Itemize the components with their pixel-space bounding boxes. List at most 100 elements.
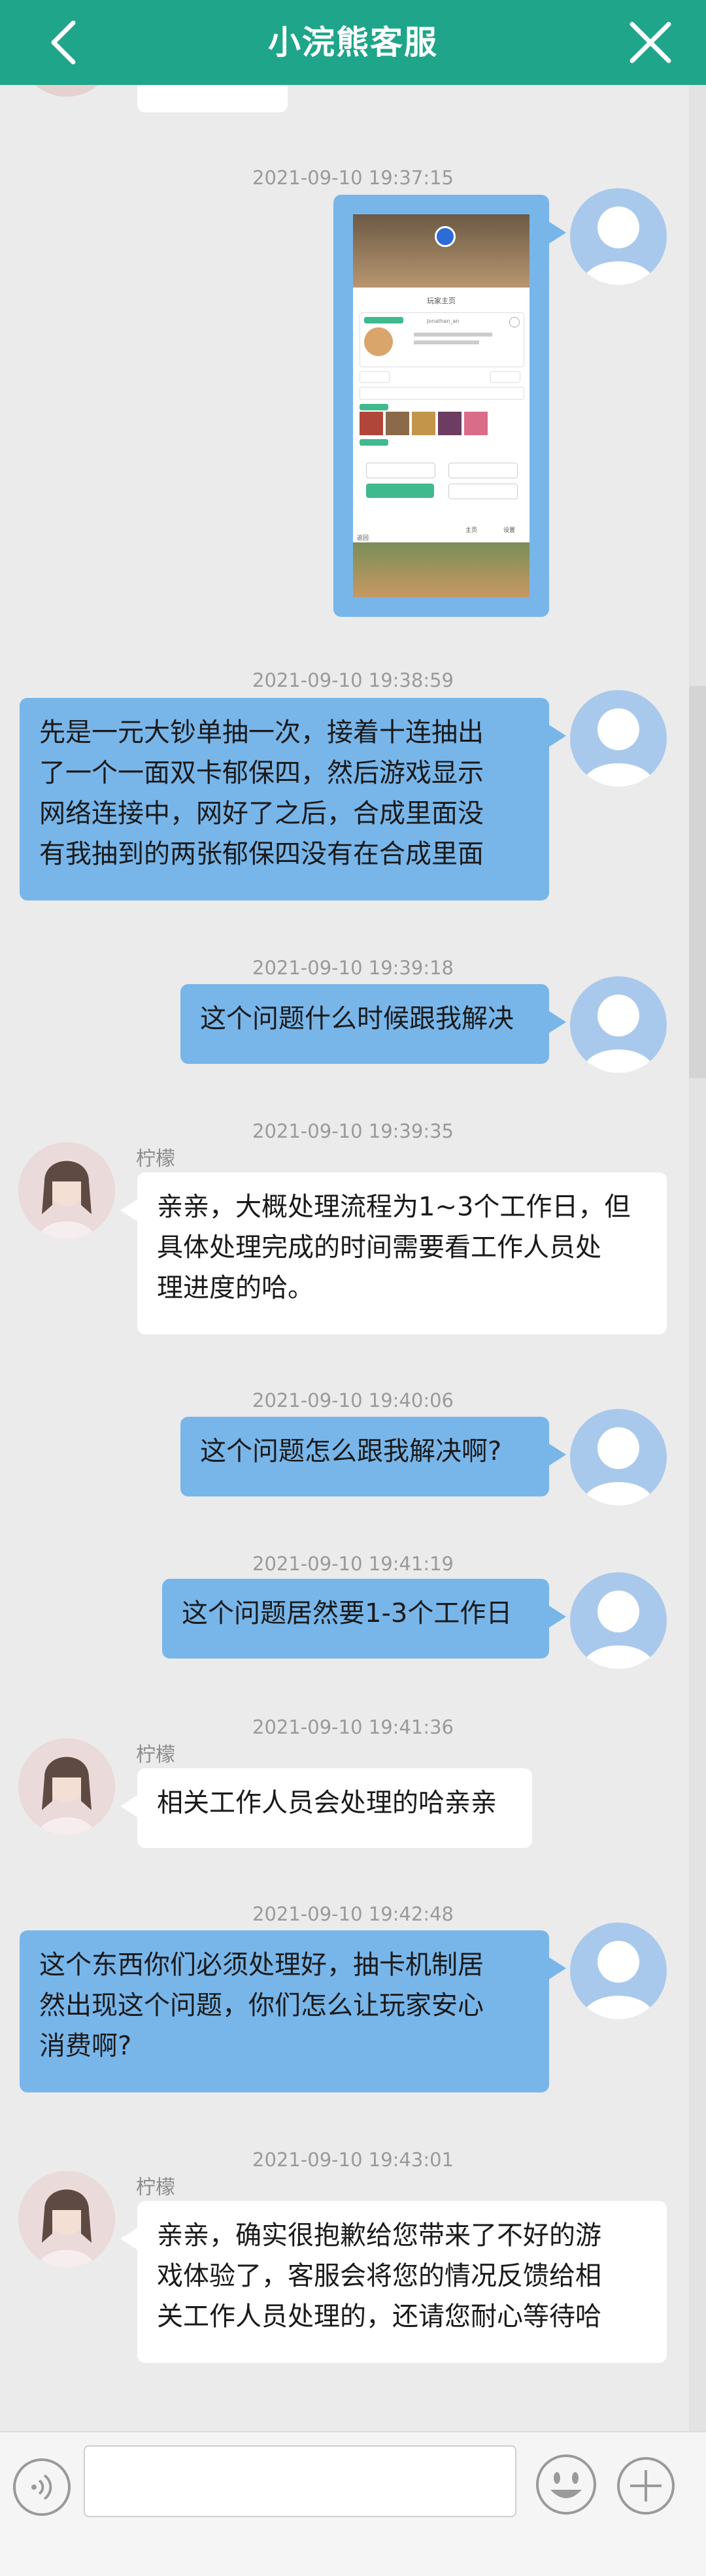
agent-avatar[interactable] bbox=[18, 1142, 115, 1239]
message-timestamp: 2021-09-10 19:40:06 bbox=[252, 1389, 454, 1412]
message-input[interactable] bbox=[84, 2445, 516, 2517]
user-avatar[interactable] bbox=[570, 1572, 667, 1669]
user-avatar[interactable] bbox=[570, 976, 667, 1073]
user-silhouette-icon bbox=[582, 995, 655, 1073]
thumb-button bbox=[360, 371, 390, 383]
agent-avatar[interactable] bbox=[18, 2171, 115, 2268]
agent-message-bubble[interactable]: 亲亲，确实很抱歉给您带来了不好的游 戏体验了，客服会将您的情况反馈给相 关工作人… bbox=[120, 2201, 667, 2363]
message-timestamp: 2021-09-10 19:41:36 bbox=[252, 1716, 454, 1738]
thumb-card bbox=[464, 412, 488, 435]
user-silhouette-icon bbox=[582, 1941, 655, 2019]
thumb-bio-line bbox=[414, 333, 492, 337]
thumb-card bbox=[438, 412, 462, 435]
user-message-bubble[interactable]: 先是一元大钞单抽一次，接着十连抽出 了一个一面双卡郁保四，然后游戏显示 网络连接… bbox=[20, 698, 566, 900]
emoji-icon bbox=[536, 2454, 596, 2515]
thumb-action-button bbox=[448, 484, 518, 499]
message-line: 网络连接中，网好了之后，合成里面没 bbox=[39, 799, 484, 829]
input-bar bbox=[0, 2431, 706, 2576]
close-button[interactable] bbox=[624, 16, 677, 69]
screenshot-thumbnail[interactable]: 玩家主页 Jonathan_an 返回 主页 设置 bbox=[353, 214, 530, 597]
thumb-info-row bbox=[360, 387, 524, 400]
agent-name: 柠檬 bbox=[136, 2176, 175, 2199]
thumb-tab-home: 主页 bbox=[465, 527, 478, 534]
thumb-action-button bbox=[448, 463, 518, 478]
message-line: 具体处理完成的时间需要看工作人员处 bbox=[157, 1232, 601, 1263]
thumb-player-id: Jonathan_an bbox=[427, 318, 460, 324]
thumb-stat-row bbox=[360, 371, 523, 383]
thumb-tab-settings: 设置 bbox=[503, 527, 516, 534]
user-message-bubble[interactable]: 这个问题怎么跟我解决啊? bbox=[180, 1417, 566, 1496]
partial-message-bubble bbox=[137, 85, 288, 112]
more-button[interactable] bbox=[617, 2457, 675, 2515]
user-message-bubble[interactable]: 这个问题什么时候跟我解决 bbox=[180, 984, 566, 1064]
agent-name: 柠檬 bbox=[136, 1148, 175, 1170]
message-line: 然出现这个问题，你们怎么让玩家安心 bbox=[39, 1990, 484, 2021]
page-title: 小浣熊客服 bbox=[268, 24, 438, 61]
thumb-level-tag bbox=[364, 317, 403, 323]
agent-name: 柠檬 bbox=[136, 1743, 175, 1766]
message-line: 先是一元大钞单抽一次，接着十连抽出 bbox=[39, 718, 484, 748]
message-timestamp: 2021-09-10 19:39:35 bbox=[252, 1120, 454, 1142]
thumb-card bbox=[360, 412, 383, 435]
message-timestamp: 2021-09-10 19:39:18 bbox=[252, 957, 454, 979]
thumb-avatar bbox=[435, 226, 456, 247]
thumb-section-tag bbox=[360, 404, 388, 410]
thumb-card bbox=[412, 412, 435, 435]
message-timestamp: 2021-09-10 19:41:19 bbox=[252, 1553, 454, 1575]
agent-avatar[interactable] bbox=[18, 1738, 115, 1835]
thumb-section-tag bbox=[360, 439, 388, 446]
thumb-back-label: 返回 bbox=[357, 535, 369, 542]
message-line: 戏体验了，客服会将您的情况反馈给相 bbox=[157, 2261, 601, 2291]
message-line: 关工作人员处理的，还请您耐心等待哈 bbox=[157, 2302, 601, 2332]
user-silhouette-icon bbox=[582, 1591, 655, 1669]
close-icon bbox=[630, 22, 671, 63]
user-avatar[interactable] bbox=[570, 1409, 667, 1506]
scrollbar-track bbox=[689, 85, 706, 2431]
thumb-action-button bbox=[366, 463, 435, 478]
message-line: 有我抽到的两张郁保四没有在合成里面 bbox=[39, 839, 484, 869]
thumb-button bbox=[490, 371, 520, 383]
agent-message-bubble[interactable]: 亲亲，大概处理流程为1~3个工作日，但 具体处理完成的时间需要看工作人员处 理进… bbox=[120, 1172, 667, 1334]
plus-icon bbox=[630, 2470, 662, 2502]
user-avatar[interactable] bbox=[570, 690, 667, 787]
user-avatar[interactable] bbox=[570, 1923, 667, 2019]
thumb-follow-button bbox=[366, 484, 434, 498]
thumb-game-banner bbox=[353, 214, 530, 288]
agent-photo-icon bbox=[18, 2171, 115, 2268]
user-silhouette-icon bbox=[582, 206, 655, 285]
voice-icon bbox=[31, 2474, 52, 2500]
agent-message-bubble[interactable]: 相关工作人员会处理的哈亲亲 bbox=[120, 1768, 532, 1848]
message-line: 这个问题居然要1-3个工作日 bbox=[182, 1598, 513, 1628]
message-timestamp: 2021-09-10 19:37:15 bbox=[252, 167, 454, 189]
thumb-game-footer bbox=[353, 542, 530, 597]
image-message-bubble[interactable]: 玩家主页 Jonathan_an 返回 主页 设置 bbox=[333, 195, 566, 617]
thumb-profile-avatar bbox=[364, 327, 393, 356]
thumb-card bbox=[386, 412, 409, 435]
agent-photo-icon bbox=[18, 1738, 115, 1835]
agent-photo-icon bbox=[18, 1142, 115, 1239]
message-line: 理进度的哈。 bbox=[157, 1273, 314, 1303]
message-line: 亲亲，大概处理流程为1~3个工作日，但 bbox=[157, 1192, 631, 1222]
message-line: 消费啊? bbox=[39, 2031, 132, 2061]
chat-header: 小浣熊客服 bbox=[0, 0, 706, 85]
scrollbar-thumb[interactable] bbox=[689, 686, 706, 1078]
user-avatar[interactable] bbox=[570, 188, 667, 285]
thumb-card-row bbox=[360, 412, 490, 435]
emoji-button[interactable] bbox=[533, 2452, 599, 2517]
message-line: 了一个一面双卡郁保四，然后游戏显示 bbox=[39, 758, 484, 788]
thumb-bio-line bbox=[414, 340, 479, 344]
thumb-title: 玩家主页 bbox=[427, 297, 456, 305]
image-bubble-tail bbox=[548, 221, 566, 244]
message-line: 相关工作人员会处理的哈亲亲 bbox=[157, 1788, 497, 1818]
user-message-bubble[interactable]: 这个问题居然要1-3个工作日 bbox=[162, 1579, 566, 1659]
thumb-profile-card: Jonathan_an bbox=[360, 312, 524, 367]
message-timestamp: 2021-09-10 19:42:48 bbox=[252, 1903, 454, 1925]
message-timestamp: 2021-09-10 19:38:59 bbox=[252, 669, 454, 691]
message-timestamp: 2021-09-10 19:43:01 bbox=[252, 2149, 454, 2171]
voice-button[interactable] bbox=[13, 2458, 71, 2516]
user-silhouette-icon bbox=[582, 1427, 655, 1506]
user-silhouette-icon bbox=[582, 708, 655, 787]
message-line: 这个问题怎么跟我解决啊? bbox=[200, 1436, 502, 1466]
user-message-bubble[interactable]: 这个东西你们必须处理好，抽卡机制居 然出现这个问题，你们怎么让玩家安心 消费啊? bbox=[20, 1930, 566, 2092]
thumb-action-row bbox=[360, 463, 523, 502]
